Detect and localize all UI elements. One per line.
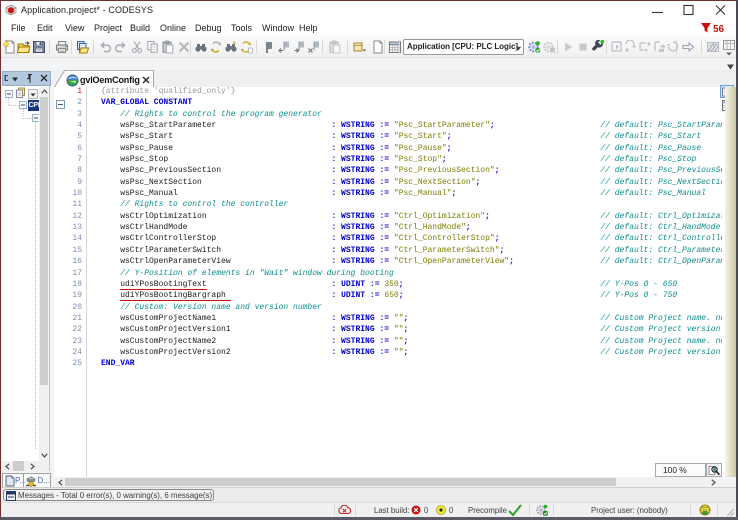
svg-text:56: 56 [713, 24, 725, 34]
